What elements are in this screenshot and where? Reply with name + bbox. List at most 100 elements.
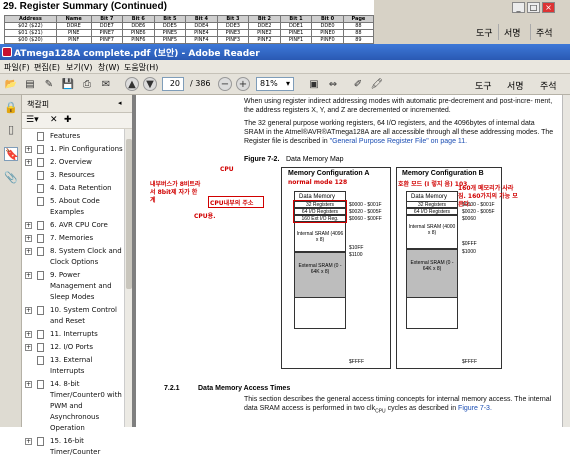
attachment-icon[interactable]: 📎	[4, 171, 18, 185]
annotation-cpu: CPU	[220, 166, 234, 173]
bookmark-label: 7. Memories	[50, 234, 94, 242]
bookmark-item[interactable]: 4. Data Retention	[22, 183, 124, 194]
bookmark-page-icon	[37, 158, 44, 167]
create-icon[interactable]: ▤	[22, 76, 38, 92]
bookmark-item[interactable]: +2. Overview	[22, 157, 124, 168]
expand-icon[interactable]: +	[25, 222, 32, 229]
bookmark-item[interactable]: 13. External Interrupts	[22, 355, 124, 377]
table-cell: $00 ($20)	[4, 36, 57, 44]
expand-icon[interactable]: +	[25, 272, 32, 279]
save-icon[interactable]: 💾	[60, 76, 76, 92]
bookmark-item[interactable]: +10. System Control and Reset	[22, 305, 124, 327]
fit-width-icon[interactable]: ⇔	[325, 76, 341, 92]
bookmark-item[interactable]: 3. Resources	[22, 170, 124, 181]
general-purpose-register-link[interactable]: "General Purpose Register File" on page …	[330, 138, 468, 145]
expand-icon[interactable]: +	[25, 381, 32, 388]
expand-icon[interactable]: +	[25, 307, 32, 314]
zoom-select[interactable]: 81% ▾	[256, 77, 294, 91]
expand-icon[interactable]: +	[25, 248, 32, 255]
bookmark-page-icon	[37, 330, 44, 339]
zoom-in-icon[interactable]: +	[236, 77, 250, 91]
tools-button[interactable]: 도구	[476, 26, 493, 39]
zoom-out-icon[interactable]: −	[218, 77, 232, 91]
sign-button[interactable]: 서명	[504, 26, 521, 39]
delete-bookmark-icon[interactable]: ✕	[50, 115, 58, 125]
edit-icon[interactable]: ✎	[41, 76, 57, 92]
table-cell: PINF6	[122, 36, 155, 44]
page-number-input[interactable]: 20	[162, 77, 184, 91]
bookmark-item[interactable]: +15. 16-bit Timer/Counter	[22, 436, 124, 458]
expand-icon[interactable]: +	[25, 331, 32, 338]
expand-icon[interactable]: +	[25, 235, 32, 242]
bookmark-label: 9. Power Management and Sleep Modes	[50, 271, 112, 301]
config-b-data-memory: Data Memory	[411, 194, 448, 200]
bookmark-list: Features +1. Pin Configurations +2. Overvi…	[22, 131, 124, 460]
bookmarks-scrollbar[interactable]	[124, 129, 132, 427]
toolbar-tools-button[interactable]: 도구	[475, 79, 492, 92]
table-cell: PINF7	[90, 36, 124, 44]
bookmark-page-icon	[37, 171, 44, 180]
document-scrollbar[interactable]	[562, 95, 570, 427]
bookmark-item[interactable]: +6. AVR CPU Core	[22, 220, 124, 231]
menu-file[interactable]: 파일(F)	[4, 62, 30, 73]
collapse-panel-icon[interactable]: ◂	[118, 99, 122, 107]
figure-7-3-link[interactable]: Figure 7-3.	[458, 405, 492, 412]
bookmark-item[interactable]: +8. System Clock and Clock Options	[22, 246, 124, 268]
prev-page-icon[interactable]: ▲	[125, 77, 139, 91]
expand-icon[interactable]: +	[25, 438, 32, 445]
config-b-addr-2: $0060	[462, 216, 476, 222]
expand-icon[interactable]: +	[25, 344, 32, 351]
bookmark-item[interactable]: +14. 8-bit Timer/Counter0 with PWM and A…	[22, 379, 124, 434]
document-view: When using register indirect addressing …	[132, 95, 570, 427]
print-icon[interactable]: ⎙	[79, 76, 95, 92]
bookmark-item[interactable]: +9. Power Management and Sleep Modes	[22, 270, 124, 303]
bookmark-page-icon	[37, 221, 44, 230]
bookmark-label: 12. I/O Ports	[50, 343, 94, 351]
bookmark-item[interactable]: +12. I/O Ports	[22, 342, 124, 353]
options-icon[interactable]: ☰▾	[26, 115, 39, 125]
bookmark-label: 15. 16-bit Timer/Counter	[50, 437, 101, 456]
bookmark-icon[interactable]: 🔖	[4, 147, 19, 161]
menu-help[interactable]: 도움말(H)	[124, 62, 158, 73]
bookmark-item[interactable]: +1. Pin Configurations	[22, 144, 124, 155]
annotation-compat-note: 호환 모드 (I 렇지 음) 103	[398, 181, 468, 188]
bookmark-item[interactable]: Features	[22, 131, 124, 142]
chevron-down-icon: ▾	[285, 79, 290, 88]
lock-icon[interactable]: 🔒	[4, 101, 18, 115]
table-cell: PINF5	[153, 36, 187, 44]
table-cell: DDE1	[279, 22, 313, 30]
expand-icon[interactable]: +	[25, 146, 32, 153]
table-header-cell: Page	[342, 15, 375, 23]
highlight-icon[interactable]: 🖍	[369, 76, 385, 92]
page-thumbnails-icon[interactable]: ▯	[4, 123, 18, 137]
bookmark-item[interactable]: +7. Memories	[22, 233, 124, 244]
open-icon[interactable]: 📂	[3, 76, 19, 92]
toolbar-sign-button[interactable]: 서명	[507, 79, 524, 92]
config-b-registers: 32 Registers	[406, 201, 458, 208]
maximize-button[interactable]: □	[527, 2, 540, 13]
next-page-icon[interactable]: ▼	[143, 77, 157, 91]
menu-window[interactable]: 창(W)	[98, 62, 120, 73]
main-toolbar: 📂 ▤ ✎ 💾 ⎙ ✉ ▲ ▼ 20 / 386 − + 81% ▾ ▣ ⇔ ✐ …	[0, 74, 570, 95]
config-b-addr-3: $0FFF	[462, 241, 477, 247]
minimize-button[interactable]: _	[512, 2, 525, 13]
bookmark-item[interactable]: +11. Interrupts	[22, 329, 124, 340]
bookmark-page-icon	[37, 184, 44, 193]
expand-icon[interactable]: +	[25, 159, 32, 166]
adobe-reader-icon	[2, 47, 12, 57]
close-button[interactable]: ×	[542, 2, 555, 13]
new-bookmark-icon[interactable]: ✚	[64, 115, 72, 125]
toolbar-comment-button[interactable]: 주석	[540, 79, 557, 92]
window-titlebar[interactable]: ATmega128A complete.pdf (보안) - Adobe Rea…	[0, 44, 570, 60]
table-cell: DDE2	[248, 22, 281, 30]
fit-page-icon[interactable]: ▣	[306, 76, 322, 92]
table-cell: PINE2	[248, 29, 281, 37]
comment-tool-icon[interactable]: ✐	[350, 76, 366, 92]
paragraph-3-text-2: cycles as described in	[385, 405, 459, 412]
menu-edit[interactable]: 편집(E)	[34, 62, 60, 73]
comment-button[interactable]: 주석	[536, 26, 553, 39]
bookmark-page-icon	[37, 343, 44, 352]
email-icon[interactable]: ✉	[98, 76, 114, 92]
bookmark-item[interactable]: 5. About Code Examples	[22, 196, 124, 218]
menu-view[interactable]: 보기(V)	[66, 62, 92, 73]
